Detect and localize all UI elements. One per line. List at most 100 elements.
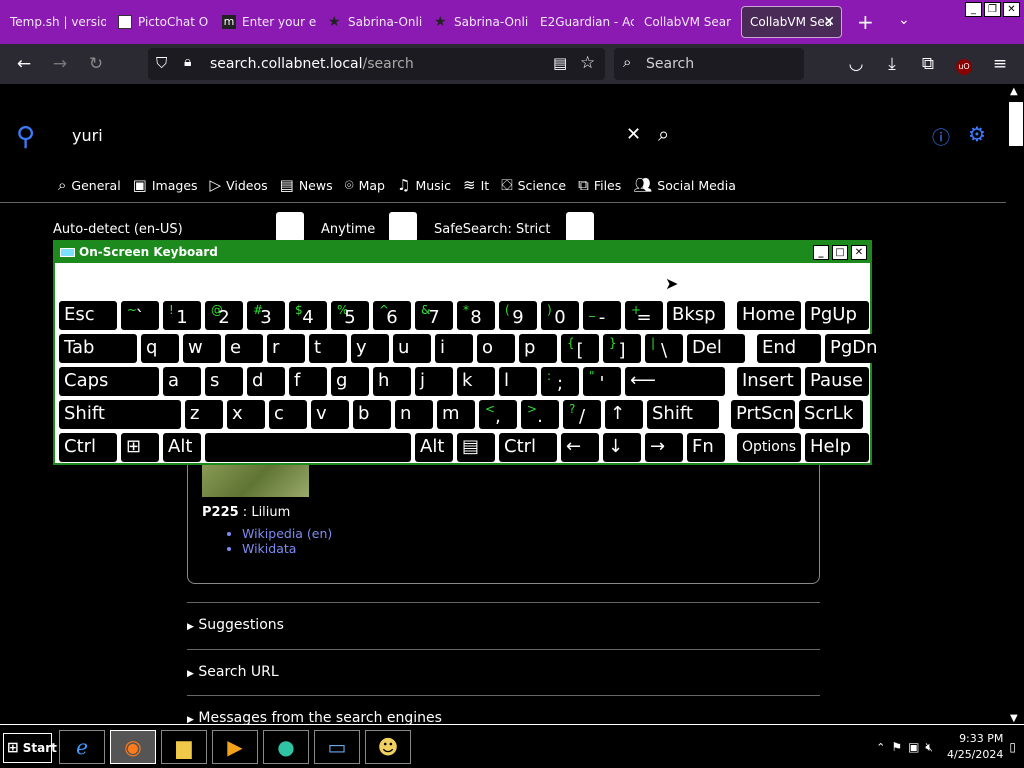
tab-it[interactable]: ≋ It: [463, 176, 489, 194]
key-l[interactable]: l: [499, 367, 537, 396]
tab-news[interactable]: ▤ News: [280, 176, 333, 194]
key-b[interactable]: b: [353, 400, 391, 429]
shield-icon[interactable]: ⛉: [156, 54, 167, 72]
key-j[interactable]: j: [415, 367, 453, 396]
key-char46[interactable]: >.: [521, 400, 559, 429]
key-9[interactable]: (9: [499, 301, 537, 330]
tab-map[interactable]: ⌾ Map: [345, 176, 385, 194]
scroll-down-icon[interactable]: ▼: [1010, 713, 1018, 724]
key-char8592[interactable]: ←: [561, 433, 599, 462]
tab-7-active[interactable]: CollabVM Sea ✕: [741, 6, 842, 38]
key-char93[interactable]: }]: [603, 334, 641, 363]
tab-5[interactable]: E2Guardian - Ac: [532, 6, 634, 38]
key-tab[interactable]: Tab: [59, 334, 137, 363]
network-globe-icon[interactable]: ●: [263, 730, 309, 764]
extensions-icon[interactable]: ⧉: [918, 54, 938, 74]
minimize-icon[interactable]: _: [813, 245, 829, 260]
key-pause[interactable]: Pause: [805, 367, 869, 396]
searx-logo-search-icon[interactable]: ⚲: [16, 122, 35, 152]
show-desktop-icon[interactable]: ▯: [1009, 740, 1016, 754]
key-ctrl[interactable]: Ctrl: [499, 433, 557, 462]
close-window-icon[interactable]: ✕: [1003, 2, 1020, 17]
key-char8593[interactable]: ↑: [605, 400, 643, 429]
clock[interactable]: 9:33 PM 4/25/2024: [947, 731, 1003, 763]
lilium-image[interactable]: [202, 464, 309, 497]
key-alt[interactable]: Alt: [415, 433, 453, 462]
key-d[interactable]: d: [247, 367, 285, 396]
key-char45[interactable]: _ -: [583, 301, 621, 330]
key-home[interactable]: Home: [737, 301, 801, 330]
tab-2[interactable]: m Enter your e: [214, 6, 316, 38]
tab-science[interactable]: ⛋ Science: [501, 176, 566, 194]
submit-search-icon[interactable]: ⌕: [658, 122, 669, 146]
key-char91[interactable]: {[: [561, 334, 599, 363]
key-f[interactable]: f: [289, 367, 327, 396]
key-a[interactable]: a: [163, 367, 201, 396]
flag-icon[interactable]: ⚑: [891, 740, 902, 754]
volume-muted-icon[interactable]: 🔇︎: [925, 740, 933, 755]
key-t[interactable]: t: [309, 334, 347, 363]
start-button[interactable]: ⊞ Start: [3, 733, 57, 763]
key-0[interactable]: ) 0: [541, 301, 579, 330]
key-6[interactable]: ^ 6: [373, 301, 411, 330]
users-icon[interactable]: ☻: [365, 730, 411, 764]
key-u[interactable]: u: [393, 334, 431, 363]
key-fn[interactable]: Fn: [687, 433, 725, 462]
ublock-icon[interactable]: uO: [954, 54, 974, 75]
key-space[interactable]: [205, 433, 411, 462]
key-z[interactable]: z: [185, 400, 223, 429]
page-scrollbar[interactable]: ▲ ▼: [1006, 84, 1024, 724]
key-c[interactable]: c: [269, 400, 307, 429]
key-n[interactable]: n: [395, 400, 433, 429]
key-2[interactable]: @2: [205, 301, 243, 330]
close-tab-icon[interactable]: ✕: [823, 14, 835, 30]
url-bar[interactable]: ⛉ 🔒︎ search.collabnet.local/search ▤ ☆: [148, 48, 605, 80]
network-icon[interactable]: ▣: [908, 740, 919, 754]
time-select[interactable]: [389, 212, 417, 242]
key-o[interactable]: o: [477, 334, 515, 363]
key-3[interactable]: #3: [247, 301, 285, 330]
tray-expand-icon[interactable]: ⌃: [876, 741, 885, 754]
key-shift[interactable]: Shift: [647, 400, 719, 429]
key-esc[interactable]: Esc: [59, 301, 117, 330]
forward-arrow-icon[interactable]: →: [50, 54, 70, 74]
tab-videos[interactable]: ▷ Videos: [210, 176, 268, 194]
back-arrow-icon[interactable]: ←: [14, 54, 34, 74]
key-5[interactable]: % 5: [331, 301, 369, 330]
reload-icon[interactable]: ↻: [86, 54, 106, 74]
suggestions-section[interactable]: ▶ Suggestions: [187, 602, 820, 633]
key-m[interactable]: m: [437, 400, 475, 429]
new-tab-icon[interactable]: +: [857, 10, 874, 34]
tab-images[interactable]: ▣ Images: [133, 176, 198, 194]
key-char9636[interactable]: ▤: [457, 433, 495, 462]
search-url-section[interactable]: ▶ Search URL: [187, 649, 820, 680]
key-alt[interactable]: Alt: [163, 433, 201, 462]
key-caps[interactable]: Caps: [59, 367, 159, 396]
info-icon[interactable]: ⓘ: [932, 124, 950, 150]
key-ctrl[interactable]: Ctrl: [59, 433, 117, 462]
key-char8862[interactable]: ⊞: [121, 433, 159, 462]
reader-view-icon[interactable]: ▤: [553, 54, 567, 72]
key-shift[interactable]: Shift: [59, 400, 181, 429]
key-y[interactable]: y: [351, 334, 389, 363]
safesearch-select[interactable]: [566, 212, 594, 242]
tab-3[interactable]: ★ Sabrina-Onli: [320, 6, 422, 38]
key-char61[interactable]: + =: [625, 301, 663, 330]
key-i[interactable]: i: [435, 334, 473, 363]
query-input[interactable]: yuri: [72, 126, 103, 145]
key-char92[interactable]: | \: [645, 334, 683, 363]
engine-messages-section[interactable]: ▶ Messages from the search engines: [187, 695, 820, 724]
key-pgup[interactable]: PgUp: [805, 301, 869, 330]
key-e[interactable]: e: [225, 334, 263, 363]
ie-icon[interactable]: ℯ: [59, 730, 105, 764]
key-7[interactable]: & 7: [415, 301, 453, 330]
key-char8595[interactable]: ↓: [603, 433, 641, 462]
explorer-icon[interactable]: ▆: [161, 730, 207, 764]
key-g[interactable]: g: [331, 367, 369, 396]
language-select[interactable]: [276, 212, 304, 242]
tab-list-chevron-icon[interactable]: ⌄: [898, 12, 910, 28]
wikidata-link[interactable]: Wikidata: [242, 541, 332, 556]
osk-title-bar[interactable]: On-Screen Keyboard _ □ ✕: [55, 242, 870, 263]
key-scrlk[interactable]: ScrLk: [799, 400, 863, 429]
key-1[interactable]: ! 1: [163, 301, 201, 330]
